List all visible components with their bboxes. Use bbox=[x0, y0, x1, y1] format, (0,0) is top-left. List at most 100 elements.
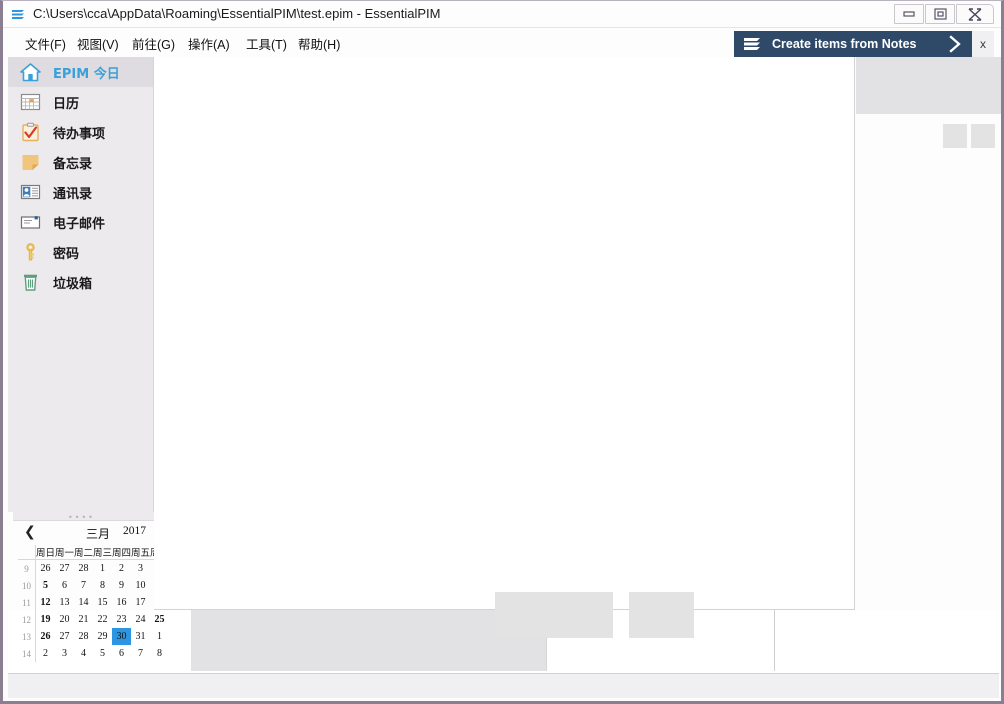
menu-help[interactable]: 帮助(H) bbox=[298, 34, 340, 53]
sidebar-label-passwords: 密码 bbox=[53, 246, 80, 262]
calendar-day-cell[interactable]: 29 bbox=[93, 628, 112, 645]
calendar-day-cell[interactable]: 7 bbox=[131, 645, 150, 662]
sidebar-label-email: 电子邮件 bbox=[53, 216, 106, 232]
calendar-day-cell[interactable]: 7 bbox=[74, 577, 93, 594]
calendar-day-cell[interactable]: 12 bbox=[36, 594, 56, 611]
calendar-year-label: 2017 bbox=[123, 525, 146, 537]
notes-banner-close-button[interactable]: x bbox=[972, 31, 994, 57]
sidebar-label-todo: 待办事项 bbox=[53, 126, 106, 142]
content-box-2[interactable] bbox=[629, 592, 694, 638]
calendar-day-cell[interactable]: 14 bbox=[74, 594, 93, 611]
bottom-separator-2 bbox=[774, 610, 775, 671]
calendar-weekday-row: 周日 周一 周二 周三 周四 周五 周六 bbox=[18, 545, 169, 560]
minimize-button[interactable] bbox=[894, 4, 924, 24]
calendar-weeknum-header bbox=[18, 545, 36, 560]
calendar-day-cell[interactable]: 8 bbox=[150, 645, 169, 662]
calendar-day-cell[interactable]: 4 bbox=[74, 645, 93, 662]
window-title: C:\Users\cca\AppData\Roaming\EssentialPI… bbox=[33, 6, 441, 21]
calendar-day-cell[interactable]: 27 bbox=[55, 628, 74, 645]
calendar-week-number: 14 bbox=[18, 645, 36, 662]
calendar-day-cell[interactable]: 1 bbox=[150, 628, 169, 645]
calendar-day-cell[interactable]: 2 bbox=[36, 645, 56, 662]
sidebar-item-contacts[interactable]: 通讯录 bbox=[8, 177, 153, 207]
chevron-right-icon[interactable] bbox=[946, 35, 964, 53]
calendar-day-cell[interactable]: 8 bbox=[93, 577, 112, 594]
calendar-week-row: 92627281234 bbox=[18, 559, 169, 578]
home-icon bbox=[19, 61, 41, 83]
calendar-day-cell[interactable]: 26 bbox=[36, 628, 56, 645]
chevron-left-icon[interactable]: ❮ bbox=[24, 524, 36, 540]
calendar-day-cell[interactable]: 6 bbox=[112, 645, 131, 662]
navigation-sidebar: EPIM 今日 日历 待办事项 备忘录 通讯录 电子邮件 密码 垃圾箱 bbox=[8, 57, 154, 512]
notes-icon bbox=[19, 151, 41, 173]
calendar-day-cell[interactable]: 16 bbox=[112, 594, 131, 611]
calendar-day-cell[interactable]: 1 bbox=[93, 560, 112, 578]
sidebar-item-todo[interactable]: 待办事项 bbox=[8, 117, 153, 147]
maximize-button[interactable] bbox=[925, 4, 955, 24]
calendar-day-cell[interactable]: 27 bbox=[55, 560, 74, 578]
calendar-day-cell[interactable]: 10 bbox=[131, 577, 150, 594]
calendar-day-cell[interactable]: 6 bbox=[55, 577, 74, 594]
calendar-day-cell[interactable]: 5 bbox=[36, 577, 56, 594]
menu-actions[interactable]: 操作(A) bbox=[188, 34, 230, 53]
calendar-day-cell[interactable]: 31 bbox=[131, 628, 150, 645]
sidebar-item-email[interactable]: 电子邮件 bbox=[8, 207, 153, 237]
calendar-week-number: 9 bbox=[18, 559, 36, 577]
menu-tools[interactable]: 工具(T) bbox=[246, 34, 287, 53]
calendar-header: ❮ 三月 2017 bbox=[14, 523, 160, 543]
menu-view[interactable]: 视图(V) bbox=[77, 34, 119, 53]
calendar-day-cell[interactable]: 2 bbox=[112, 560, 131, 578]
calendar-day-cell[interactable]: 30 bbox=[112, 628, 131, 645]
window-inner: C:\Users\cca\AppData\Roaming\EssentialPI… bbox=[3, 1, 1001, 701]
calendar-day-cell[interactable]: 24 bbox=[131, 611, 150, 628]
sidebar-item-calendar[interactable]: 日历 bbox=[8, 87, 153, 117]
sidebar-label-contacts: 通讯录 bbox=[53, 186, 93, 202]
calendar-day-cell[interactable]: 20 bbox=[55, 611, 74, 628]
create-items-from-notes-banner[interactable]: Create items from Notes bbox=[734, 31, 972, 57]
grip-dots-icon: •••• bbox=[68, 513, 95, 522]
calendar-week-row: 1112131415161718 bbox=[18, 594, 169, 611]
calendar-day-cell[interactable]: 28 bbox=[74, 560, 93, 578]
calendar-day-cell[interactable]: 3 bbox=[55, 645, 74, 662]
sidebar-item-passwords[interactable]: 密码 bbox=[8, 237, 153, 267]
calendar-day-cell[interactable]: 13 bbox=[55, 594, 74, 611]
sidebar-label-epim-today: EPIM 今日 bbox=[53, 66, 120, 82]
calendar-weekday-fri: 周五 bbox=[131, 545, 150, 560]
sidebar-label-notes: 备忘录 bbox=[53, 156, 93, 172]
calendar-day-cell[interactable]: 28 bbox=[74, 628, 93, 645]
sidebar-item-notes[interactable]: 备忘录 bbox=[8, 147, 153, 177]
essentialpim-logo-icon bbox=[11, 7, 27, 22]
calendar-day-cell[interactable]: 17 bbox=[131, 594, 150, 611]
close-button[interactable] bbox=[956, 4, 994, 24]
calendar-day-cell[interactable]: 21 bbox=[74, 611, 93, 628]
calendar-day-cell[interactable]: 3 bbox=[131, 560, 150, 578]
calendar-weekday-tue: 周二 bbox=[74, 545, 93, 560]
menu-goto[interactable]: 前往(G) bbox=[132, 34, 175, 53]
content-box-1[interactable] bbox=[495, 592, 613, 638]
calendar-day-cell[interactable]: 23 bbox=[112, 611, 131, 628]
calendar-icon bbox=[19, 91, 41, 113]
calendar-weekday-sun: 周日 bbox=[35, 545, 55, 560]
calendar-day-cell[interactable]: 9 bbox=[112, 577, 131, 594]
calendar-day-cell[interactable]: 5 bbox=[93, 645, 112, 662]
main-content-panel bbox=[154, 57, 995, 638]
calendar-day-cell[interactable]: 22 bbox=[93, 611, 112, 628]
bottom-gray-panel-1 bbox=[191, 610, 546, 671]
contacts-icon bbox=[19, 181, 41, 203]
calendar-weekday-mon: 周一 bbox=[55, 545, 74, 560]
trash-icon bbox=[19, 271, 41, 293]
sidebar-label-trash: 垃圾箱 bbox=[53, 276, 93, 292]
notes-banner-label: Create items from Notes bbox=[772, 37, 917, 51]
sidebar-item-epim-today[interactable]: EPIM 今日 bbox=[8, 57, 153, 87]
calendar-drag-grip[interactable]: •••• bbox=[13, 512, 154, 522]
calendar-day-cell[interactable]: 19 bbox=[36, 611, 56, 628]
calendar-grid[interactable]: 周日 周一 周二 周三 周四 周五 周六 9262728123410567891… bbox=[18, 545, 169, 662]
calendar-day-cell[interactable]: 26 bbox=[36, 560, 56, 578]
calendar-weekday-wed: 周三 bbox=[93, 545, 112, 560]
toolbar-box-2[interactable] bbox=[971, 124, 995, 148]
sidebar-item-trash[interactable]: 垃圾箱 bbox=[8, 267, 153, 297]
calendar-day-cell[interactable]: 25 bbox=[150, 611, 169, 628]
toolbar-box-1[interactable] bbox=[943, 124, 967, 148]
calendar-day-cell[interactable]: 15 bbox=[93, 594, 112, 611]
menu-file[interactable]: 文件(F) bbox=[25, 34, 66, 53]
